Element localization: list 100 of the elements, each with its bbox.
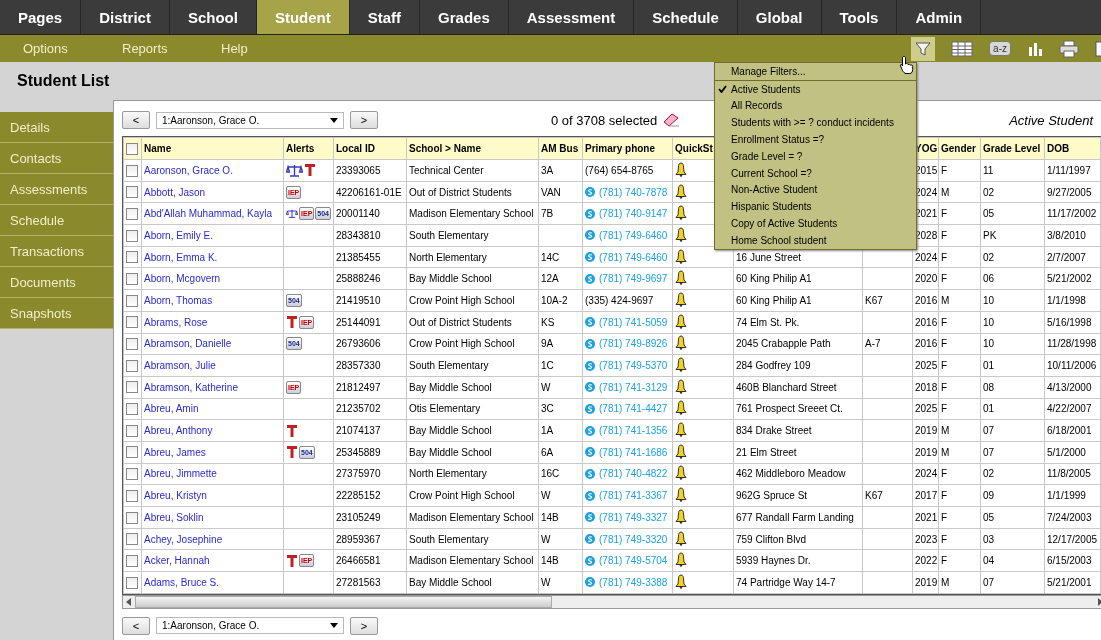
column-header[interactable]: DOB (1047, 143, 1070, 154)
row-checkbox[interactable] (126, 468, 138, 481)
row-checkbox[interactable] (126, 576, 138, 589)
call-icon[interactable] (585, 230, 595, 241)
call-icon[interactable] (585, 447, 595, 458)
row-checkbox[interactable] (126, 533, 138, 546)
print-icon[interactable] (1059, 39, 1079, 58)
call-icon[interactable] (585, 425, 595, 436)
menu-item[interactable]: Active Students (715, 80, 916, 98)
bell-icon[interactable] (675, 530, 687, 546)
bell-icon[interactable] (675, 487, 687, 503)
medical-icon[interactable] (304, 163, 316, 178)
row-checkbox[interactable] (126, 403, 138, 416)
menu-item[interactable]: All Records (715, 97, 916, 115)
bell-icon[interactable] (675, 508, 687, 524)
bar-chart-icon[interactable] (1027, 40, 1043, 57)
previous-button[interactable]: < (122, 111, 150, 129)
row-checkbox[interactable] (126, 229, 138, 242)
call-icon[interactable] (585, 360, 595, 371)
next-button[interactable]: > (350, 111, 378, 129)
call-icon[interactable] (585, 273, 595, 284)
row-checkbox[interactable] (126, 554, 138, 567)
bell-icon[interactable] (675, 270, 687, 286)
bell-icon[interactable] (675, 335, 687, 351)
menu-item[interactable]: Current School =? (715, 164, 916, 182)
call-icon[interactable] (585, 468, 595, 479)
nav-tab[interactable]: School (169, 0, 257, 34)
bell-icon[interactable] (675, 248, 687, 264)
call-icon[interactable] (585, 534, 595, 545)
bell-icon[interactable] (675, 357, 687, 373)
menu-item[interactable]: Home School student (715, 231, 916, 249)
row-checkbox[interactable] (126, 251, 138, 264)
row-checkbox[interactable] (126, 381, 138, 394)
call-icon[interactable] (585, 512, 595, 523)
menu-item[interactable]: Enrollment Status =? (715, 131, 916, 148)
record-select[interactable]: 1:Aaronson, Grace O. (156, 111, 344, 129)
scales-icon[interactable] (286, 207, 298, 221)
nav-tab[interactable]: Staff (349, 0, 421, 34)
nav-tab[interactable]: Pages (0, 0, 82, 34)
call-icon[interactable] (585, 187, 595, 198)
previous-button[interactable]: < (122, 616, 150, 635)
row-checkbox[interactable] (126, 272, 138, 285)
row-checkbox[interactable] (126, 316, 138, 329)
menu-item[interactable]: Copy of Active Students (715, 215, 916, 232)
row-checkbox[interactable] (126, 164, 138, 177)
call-icon[interactable] (585, 338, 595, 349)
scales-icon[interactable] (286, 163, 303, 177)
row-checkbox[interactable] (126, 424, 138, 437)
nav-tab[interactable]: District (81, 0, 170, 34)
scroll-left-icon[interactable] (126, 597, 132, 606)
menu-item[interactable]: Grade Level = ? (715, 148, 916, 165)
bell-icon[interactable] (675, 183, 687, 199)
call-icon[interactable] (585, 382, 595, 393)
call-icon[interactable] (585, 317, 595, 328)
call-icon[interactable] (585, 252, 595, 263)
bell-icon[interactable] (675, 422, 687, 438)
nav-tab[interactable]: Admin (897, 0, 982, 34)
row-checkbox[interactable] (126, 359, 138, 372)
call-icon[interactable] (585, 555, 595, 566)
menu-item[interactable]: Non-Active Student (715, 181, 916, 199)
nav-tab[interactable]: Assessment (508, 0, 635, 34)
bell-icon[interactable] (675, 443, 687, 459)
row-checkbox[interactable] (126, 186, 138, 199)
bell-icon[interactable] (675, 400, 687, 416)
row-checkbox[interactable] (126, 489, 138, 502)
select-all-checkbox[interactable] (126, 142, 138, 155)
call-icon[interactable] (585, 490, 595, 501)
bell-icon[interactable] (675, 291, 687, 307)
bell-icon[interactable] (675, 465, 687, 481)
row-checkbox[interactable] (126, 207, 138, 220)
row-checkbox[interactable] (126, 446, 138, 459)
bell-icon[interactable] (675, 573, 687, 589)
bell-icon[interactable] (675, 226, 687, 242)
call-icon[interactable] (585, 577, 595, 588)
grid-icon[interactable] (951, 40, 974, 57)
nav-tab[interactable]: Schedule (634, 0, 738, 34)
record-select[interactable]: 1:Aaronson, Grace O. (156, 617, 344, 635)
row-checkbox[interactable] (126, 338, 138, 350)
sort-button[interactable]: a-z (989, 41, 1011, 56)
nav-tab[interactable]: Tools (821, 0, 898, 34)
bell-icon[interactable] (675, 161, 687, 177)
bell-icon[interactable] (675, 378, 687, 394)
bell-icon[interactable] (675, 313, 687, 329)
menu-item[interactable]: Students with >= ? conduct incidents (715, 114, 916, 132)
column-header[interactable]: Name (144, 143, 172, 154)
next-button[interactable]: > (350, 616, 378, 635)
medical-icon[interactable] (286, 315, 298, 330)
nav-tab[interactable]: Grades (420, 0, 509, 34)
medical-icon[interactable] (286, 423, 298, 438)
row-checkbox[interactable] (126, 294, 138, 307)
call-icon[interactable] (585, 403, 595, 414)
filter-button[interactable] (911, 36, 936, 61)
bell-icon[interactable] (675, 552, 687, 568)
row-checkbox[interactable] (126, 511, 138, 524)
menu-item[interactable]: Hispanic Students (715, 198, 916, 216)
medical-icon[interactable] (286, 553, 298, 568)
nav-tab[interactable]: Global (737, 0, 822, 34)
call-icon[interactable] (585, 208, 595, 219)
eraser-icon[interactable] (663, 113, 682, 127)
medical-icon[interactable] (286, 445, 298, 460)
